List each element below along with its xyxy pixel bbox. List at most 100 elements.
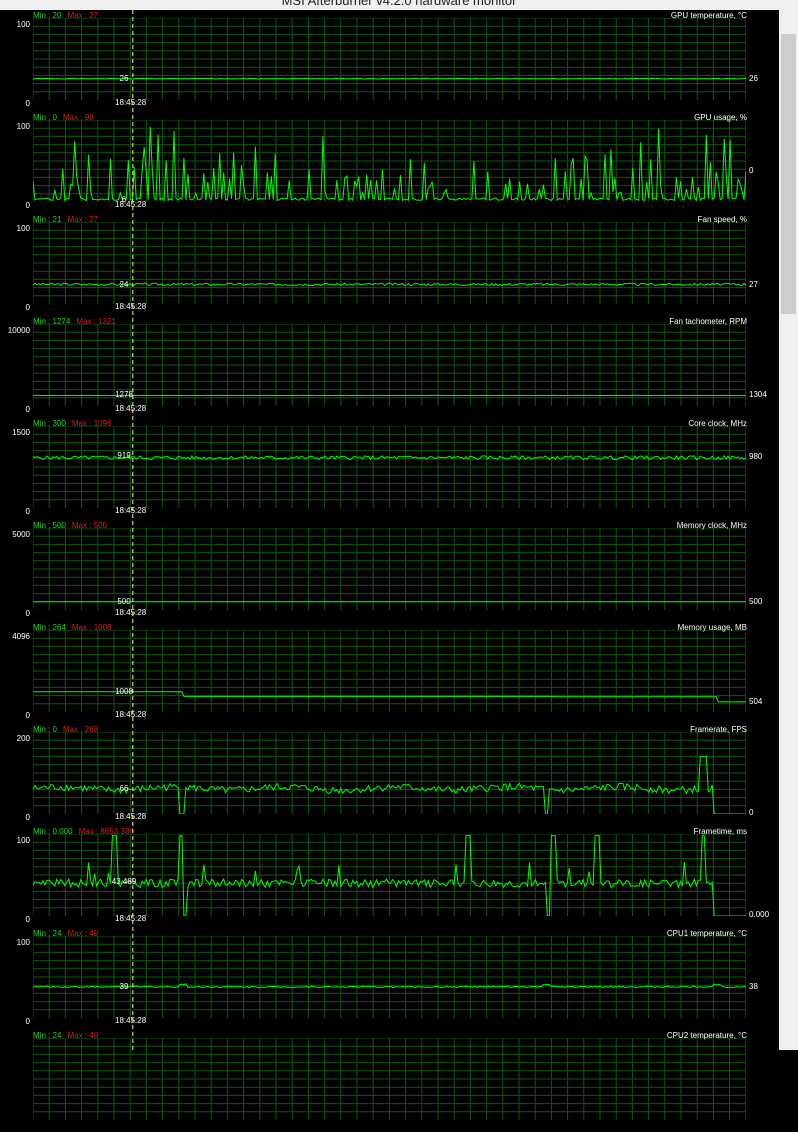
y-axis-max-label: 100 xyxy=(0,224,30,234)
cursor-timestamp: 18:45:28 xyxy=(115,404,146,414)
graph-title: CPU2 temperature, °C xyxy=(667,1031,747,1041)
y-axis-max-label: 5000 xyxy=(0,530,30,540)
graph-panel-cpu2-temperature[interactable]: Min : 24 Max : 49 CPU2 temperature, °C xyxy=(0,1030,779,1132)
max-value: Max : 98 xyxy=(63,113,94,122)
cursor-timestamp: 18:45:28 xyxy=(115,200,146,210)
cursor-value: 43.489 xyxy=(105,877,143,887)
max-value: Max : 27 xyxy=(67,215,98,224)
max-value: Max : 1321 xyxy=(76,317,116,326)
graph-plot[interactable] xyxy=(33,1038,746,1120)
current-value: 500 xyxy=(749,597,762,607)
cursor-timestamp: 18:45:28 xyxy=(115,710,146,720)
grid-lines xyxy=(33,732,746,814)
graph-panel-memory-clock[interactable]: Min : 500Max : 500Memory clock, MHz50000… xyxy=(0,520,779,622)
max-value: Max : 27 xyxy=(67,11,98,20)
current-value: 38 xyxy=(749,982,758,992)
graph-panel-fan-speed[interactable]: Min : 21Max : 27Fan speed, %1000272418:4… xyxy=(0,214,779,316)
current-value: 980 xyxy=(749,452,762,462)
window-title: MSI Afterburner v4.2.0 hardware monitor xyxy=(0,0,798,8)
cursor-value: 39 xyxy=(105,982,143,992)
y-axis-min-label: 0 xyxy=(0,99,30,109)
graph-plot[interactable] xyxy=(33,630,746,712)
min-max-stats: Min : 20 Max : 27 xyxy=(33,11,98,21)
graph-plot[interactable] xyxy=(33,222,746,304)
min-value: Min : 1274 xyxy=(33,317,70,326)
min-max-stats: Min : 24 Max : 49 xyxy=(33,929,98,939)
monitor-graph-area[interactable]: Min : 20Max : 27GPU temperature, °C10002… xyxy=(0,10,779,1050)
grid-lines xyxy=(33,18,746,100)
min-max-stats: Min : 1274 Max : 1321 xyxy=(33,317,116,327)
min-value: Min : 24 xyxy=(33,1031,61,1040)
min-value: Min : 300 xyxy=(33,419,66,428)
cursor-timestamp: 18:45:28 xyxy=(115,98,146,108)
max-value: Max : 49 xyxy=(67,1031,98,1040)
grid-lines xyxy=(33,1038,746,1120)
graph-plot[interactable] xyxy=(33,936,746,1018)
graph-panel-core-clock[interactable]: Min : 300Max : 1096Core clock, MHz150009… xyxy=(0,418,779,520)
current-value: 0 xyxy=(749,166,753,176)
current-value: 26 xyxy=(749,74,758,84)
min-max-stats: Min : 0.000Max : 8653.386 xyxy=(33,827,134,837)
grid-lines xyxy=(33,222,746,304)
graph-panel-framerate[interactable]: Min : 0Max : 268Framerate, FPS200006618:… xyxy=(0,724,779,826)
cursor-value: 26 xyxy=(105,74,143,84)
graph-title: CPU1 temperature, °C xyxy=(667,929,747,939)
graph-title: Framerate, FPS xyxy=(690,725,747,735)
min-value: Min : 21 xyxy=(33,215,61,224)
min-value: Min : 20 xyxy=(33,11,61,20)
graph-title: Core clock, MHz xyxy=(688,419,747,429)
cursor-value: 1008 xyxy=(105,687,143,697)
graph-plot[interactable] xyxy=(33,120,746,202)
scrollbar-thumb[interactable] xyxy=(781,34,796,314)
grid-lines xyxy=(33,630,746,712)
graph-title: Frametime, ms xyxy=(694,827,747,837)
graph-panel-fan-tachometer[interactable]: Min : 1274Max : 1321Fan tachometer, RPM1… xyxy=(0,316,779,418)
min-value: Min : 264 xyxy=(33,623,66,632)
cursor-value: 919 xyxy=(105,451,143,461)
max-value: Max : 1096 xyxy=(72,419,112,428)
min-max-stats: Min : 0Max : 98 xyxy=(33,113,94,123)
y-axis-max-label: 4096 xyxy=(0,632,30,642)
min-value: Min : 500 xyxy=(33,521,66,530)
cursor-timestamp: 18:45:28 xyxy=(115,1016,146,1026)
y-axis-max-label: 100 xyxy=(0,836,30,846)
vertical-scrollbar[interactable] xyxy=(779,10,798,1050)
grid-lines xyxy=(33,834,746,916)
graph-panel-cpu1-temperature[interactable]: Min : 24Max : 49CPU1 temperature, °C1000… xyxy=(0,928,779,1030)
y-axis-max-label: 200 xyxy=(0,734,30,744)
y-axis-max-label: 100 xyxy=(0,122,30,132)
grid-lines xyxy=(33,426,746,508)
current-value: 504 xyxy=(749,697,762,707)
graph-title: Memory clock, MHz xyxy=(677,521,747,531)
graph-plot[interactable] xyxy=(33,834,746,916)
max-value: Max : 49 xyxy=(67,929,98,938)
graph-plot[interactable] xyxy=(33,18,746,100)
graph-panel-gpu-temperature[interactable]: Min : 20Max : 27GPU temperature, °C10002… xyxy=(0,10,779,112)
min-value: Min : 24 xyxy=(33,929,61,938)
graph-panel-memory-usage[interactable]: Min : 264 Max : 1008 Memory usage, MB 4096 0… xyxy=(0,622,779,724)
graph-panel-frametime[interactable]: Min : 0.000Max : 8653.386 Frametime, ms 10… xyxy=(0,826,779,928)
y-axis-min-label: 0 xyxy=(0,711,30,721)
y-axis-max-label: 100 xyxy=(0,938,30,948)
cursor-value: 1278 xyxy=(105,390,143,400)
cursor-timestamp: 18:45:28 xyxy=(115,506,146,516)
current-value: 0.000 xyxy=(749,910,769,920)
cursor-value: 66 xyxy=(105,784,143,794)
min-max-stats: Min : 500Max : 500 xyxy=(33,521,107,531)
cursor-value: 24 xyxy=(105,280,143,290)
graph-panel-gpu-usage[interactable]: Min : 0Max : 98GPU usage, %10000618:45:2… xyxy=(0,112,779,214)
cursor-timestamp: 18:45:28 xyxy=(115,914,146,924)
graph-title: Memory usage, MB xyxy=(678,623,747,633)
y-axis-min-label: 0 xyxy=(0,303,30,313)
min-max-stats: Min : 300 Max : 1096 xyxy=(33,419,111,429)
y-axis-max-label: 10000 xyxy=(0,326,30,336)
current-value: 27 xyxy=(749,280,758,290)
max-value: Max : 8653.386 xyxy=(79,827,134,836)
graph-plot[interactable] xyxy=(33,426,746,508)
graph-plot[interactable] xyxy=(33,732,746,814)
cursor-timestamp: 18:45:28 xyxy=(115,812,146,822)
graph-title: GPU usage, % xyxy=(694,113,747,123)
y-axis-min-label: 0 xyxy=(0,813,30,823)
max-value: Max : 1008 xyxy=(72,623,112,632)
current-value: 1304 xyxy=(749,390,767,400)
